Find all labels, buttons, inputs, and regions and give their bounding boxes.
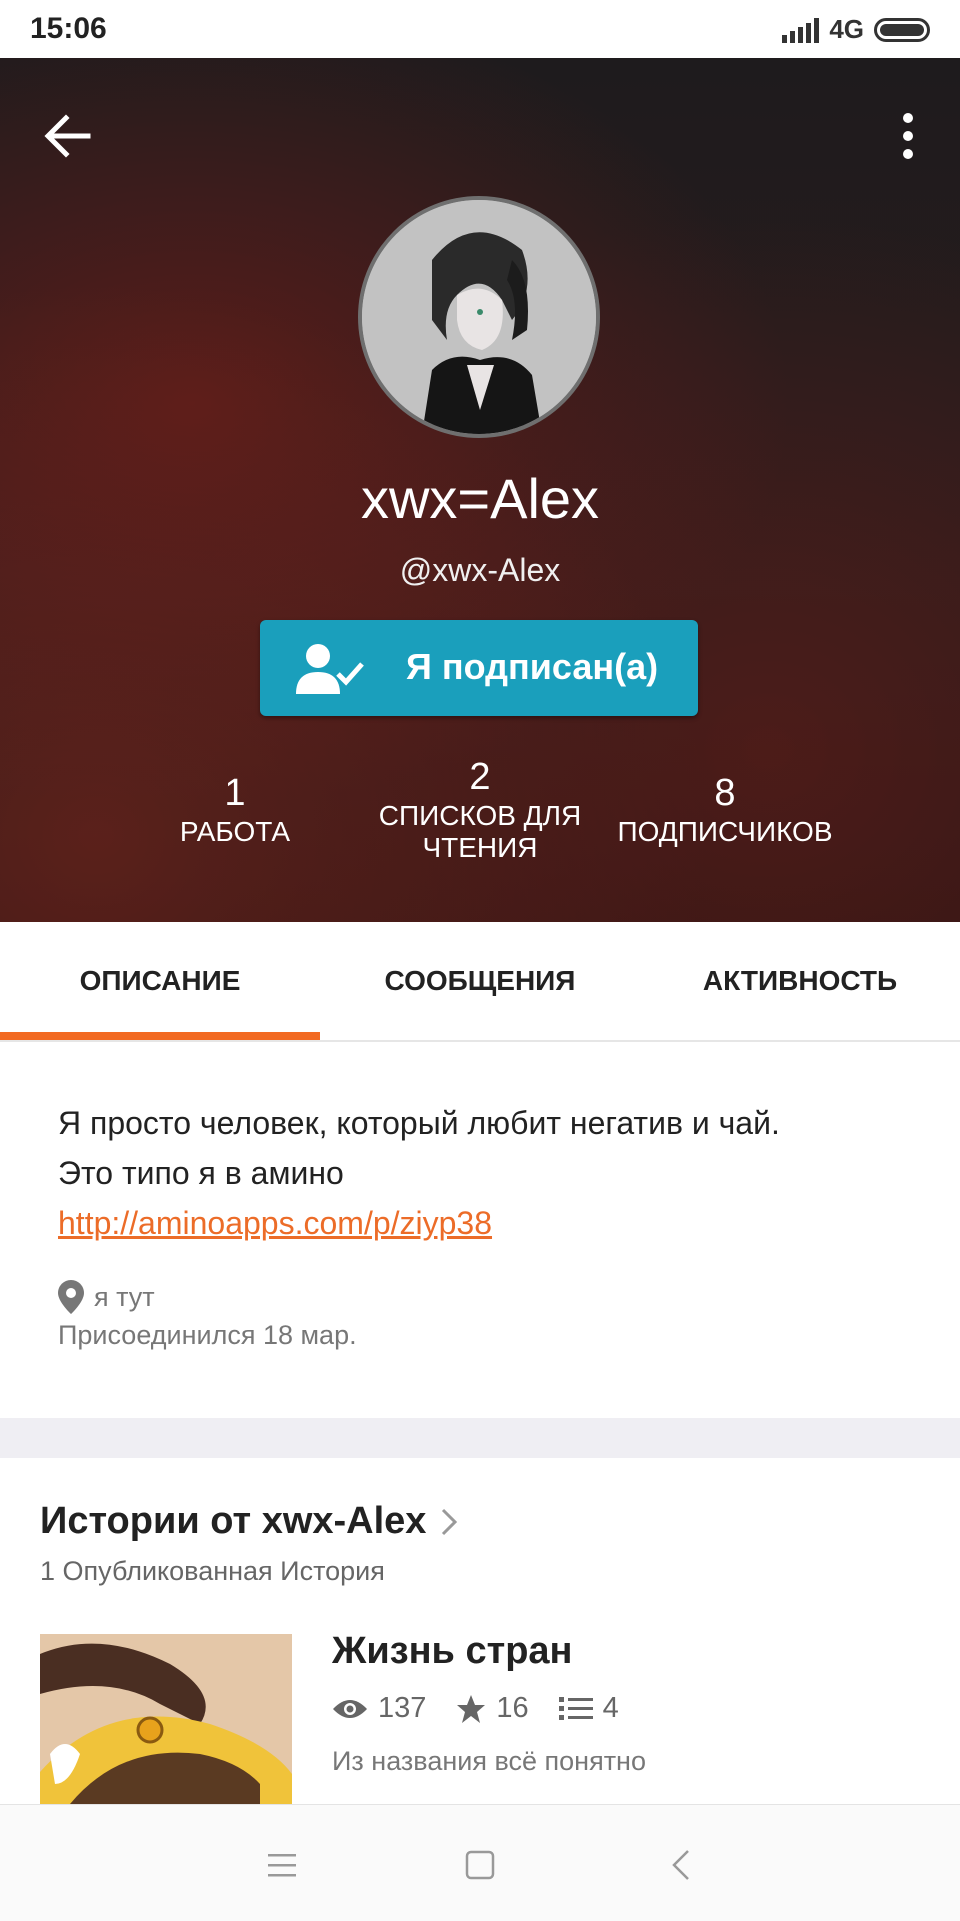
story-parts-count: 4 <box>602 1692 619 1724</box>
story-parts: 4 <box>558 1692 619 1725</box>
stat-works-label: РАБОТА <box>179 816 291 847</box>
tab-messages[interactable]: СООБЩЕНИЯ <box>320 922 640 1040</box>
stories-count: 1 Опубликованная История <box>40 1556 385 1586</box>
tab-activity[interactable]: АКТИВНОСТЬ <box>640 922 960 1040</box>
status-bar: 15:06 4G <box>0 0 960 58</box>
profile-header: xwx=Alex @xwx-Alex Я подписан(а) 1 РАБОТ… <box>0 58 960 922</box>
home-square-icon[interactable] <box>450 1835 510 1895</box>
description-link[interactable]: http://aminoapps.com/p/ziyp38 <box>58 1205 492 1241</box>
profile-description: Я просто человек, который любит негатив … <box>58 1098 918 1248</box>
location-pin-icon <box>58 1280 84 1314</box>
tab-description[interactable]: ОПИСАНИЕ <box>0 922 320 1040</box>
more-vertical-icon[interactable] <box>890 106 926 166</box>
story-description: Из названия всё понятно <box>332 1746 646 1776</box>
story-views: 137 <box>332 1692 426 1725</box>
active-tab-indicator <box>0 1032 320 1040</box>
stat-reading-lists-label-line1: СПИСКОВ ДЛЯ <box>378 800 582 831</box>
system-nav-bar <box>0 1804 960 1921</box>
battery-icon <box>874 17 930 42</box>
story-votes: 16 <box>456 1692 529 1725</box>
status-time: 15:06 <box>30 12 107 45</box>
following-button[interactable]: Я подписан(а) <box>260 620 698 716</box>
following-button-label: Я подписан(а) <box>406 646 659 687</box>
profile-tabs: ОПИСАНИЕ СООБЩЕНИЯ АКТИВНОСТЬ <box>0 922 960 1042</box>
stat-reading-lists[interactable]: 2 СПИСКОВ ДЛЯ ЧТЕНИЯ <box>360 754 600 864</box>
signal-icon <box>782 17 820 43</box>
stat-works-value: 1 <box>224 772 246 814</box>
avatar[interactable] <box>358 196 600 438</box>
person-check-icon <box>296 644 364 694</box>
list-icon <box>558 1696 593 1720</box>
stories-title-text: Истории от xwx-Alex <box>40 1500 427 1542</box>
story-stats: 137 16 4 <box>332 1692 649 1725</box>
stat-works[interactable]: 1 РАБОТА <box>160 770 310 848</box>
story-cover-image[interactable] <box>40 1634 292 1804</box>
section-divider <box>0 1418 960 1458</box>
status-icons: 4G <box>782 14 930 45</box>
story-cover-art <box>40 1634 292 1804</box>
description-line-2: Это типо я в амино <box>58 1155 344 1191</box>
profile-handle: @xwx-Alex <box>399 552 561 588</box>
profile-stats: 1 РАБОТА 2 СПИСКОВ ДЛЯ ЧТЕНИЯ 8 ПОДПИСЧИ… <box>0 756 960 920</box>
story-title[interactable]: Жизнь стран <box>332 1630 573 1673</box>
menu-icon[interactable] <box>252 1835 312 1895</box>
network-type: 4G <box>829 14 864 44</box>
arrow-left-icon[interactable] <box>40 108 96 164</box>
stat-followers-value: 8 <box>714 772 736 814</box>
stories-section-title[interactable]: Истории от xwx-Alex <box>40 1500 458 1543</box>
stat-reading-lists-label-line2: ЧТЕНИЯ <box>422 832 538 863</box>
profile-username: xwx=Alex <box>360 467 600 530</box>
eye-icon <box>333 1699 367 1718</box>
back-chevron-icon[interactable] <box>652 1835 712 1895</box>
location-text: я тут <box>94 1281 155 1312</box>
joined-date: Присоединился 18 мар. <box>58 1320 357 1350</box>
stat-followers[interactable]: 8 ПОДПИСЧИКОВ <box>600 770 850 848</box>
description-line-1: Я просто человек, который любит негатив … <box>58 1105 780 1141</box>
avatar-image <box>362 200 596 434</box>
story-votes-count: 16 <box>496 1692 529 1724</box>
profile-meta: я тут Присоединился 18 мар. <box>58 1280 357 1351</box>
chevron-right-icon <box>442 1508 458 1535</box>
stat-reading-lists-value: 2 <box>469 756 491 798</box>
stat-followers-label: ПОДПИСЧИКОВ <box>617 816 833 847</box>
location-row: я тут <box>58 1280 357 1314</box>
story-views-count: 137 <box>378 1692 427 1724</box>
star-icon <box>457 1694 486 1723</box>
